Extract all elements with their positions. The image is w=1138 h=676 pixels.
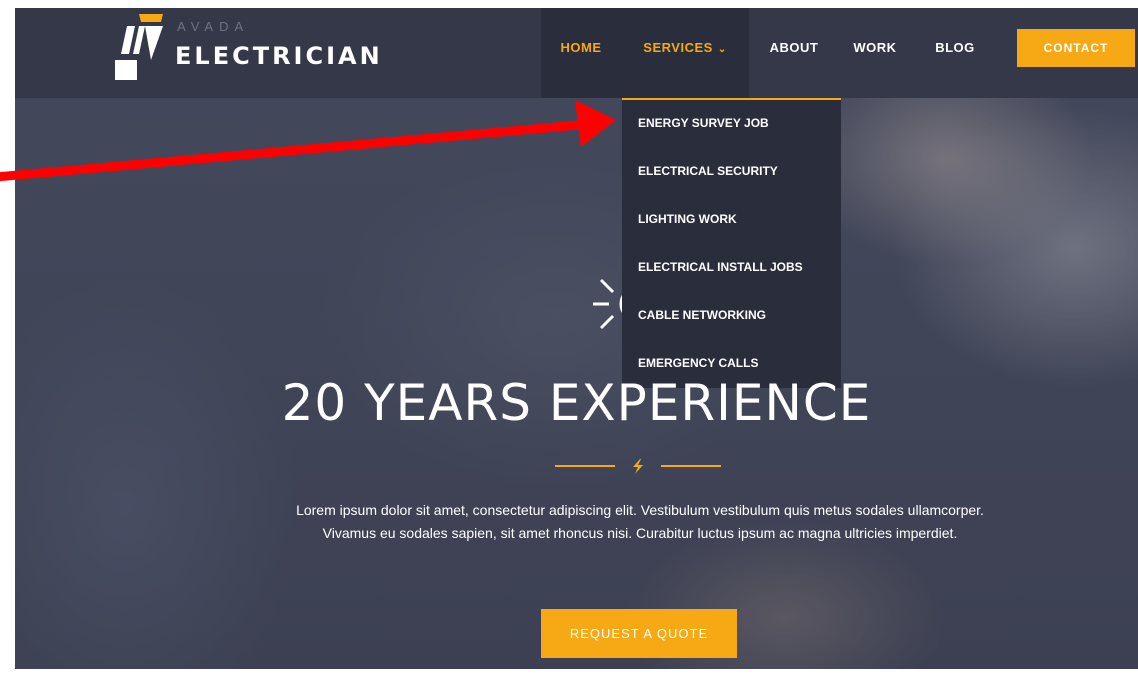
nav-label-blog: BLOG [935,40,975,55]
nav-item-services[interactable]: SERVICES ⌄ [621,8,749,98]
website-viewport: AVADA ELECTRICIAN HOME SERVICES ⌄ ABOUT W… [15,8,1138,669]
nav-label-about: ABOUT [769,40,819,55]
logo-mark-icon [115,14,163,80]
nav-item-home[interactable]: HOME [541,8,621,98]
nav-label-home: HOME [560,40,602,55]
dropdown-item-energy-survey-job[interactable]: ENERGY SURVEY JOB [622,100,841,148]
dropdown-item-electrical-install-jobs[interactable]: ELECTRICAL INSTALL JOBS [622,244,841,292]
nav-label-services: SERVICES [643,40,713,55]
nav-item-work[interactable]: WORK [847,8,903,98]
dropdown-item-lighting-work[interactable]: LIGHTING WORK [622,196,841,244]
site-header: AVADA ELECTRICIAN HOME SERVICES ⌄ ABOUT W… [15,8,1138,98]
contact-button[interactable]: CONTACT [1017,29,1135,67]
services-dropdown-menu: ENERGY SURVEY JOB ELECTRICAL SECURITY LI… [622,98,841,388]
request-quote-button[interactable]: REQUEST A QUOTE [541,609,737,658]
logo-subtitle: AVADA [177,19,250,34]
nav-label-work: WORK [853,40,897,55]
hero-description: Lorem ipsum dolor sit amet, consectetur … [296,502,984,541]
logo-title: ELECTRICIAN [175,42,383,70]
chevron-down-icon: ⌄ [717,44,727,55]
nav-item-about[interactable]: ABOUT [759,8,829,98]
site-logo[interactable]: AVADA ELECTRICIAN [115,14,380,84]
lightning-bolt-icon [633,459,643,474]
nav-item-blog[interactable]: BLOG [929,8,981,98]
dropdown-item-electrical-security[interactable]: ELECTRICAL SECURITY [622,148,841,196]
hero-title: 20 YEARS EXPERIENCE [281,374,872,432]
dropdown-item-cable-networking[interactable]: CABLE NETWORKING [622,292,841,340]
title-divider [555,459,721,474]
